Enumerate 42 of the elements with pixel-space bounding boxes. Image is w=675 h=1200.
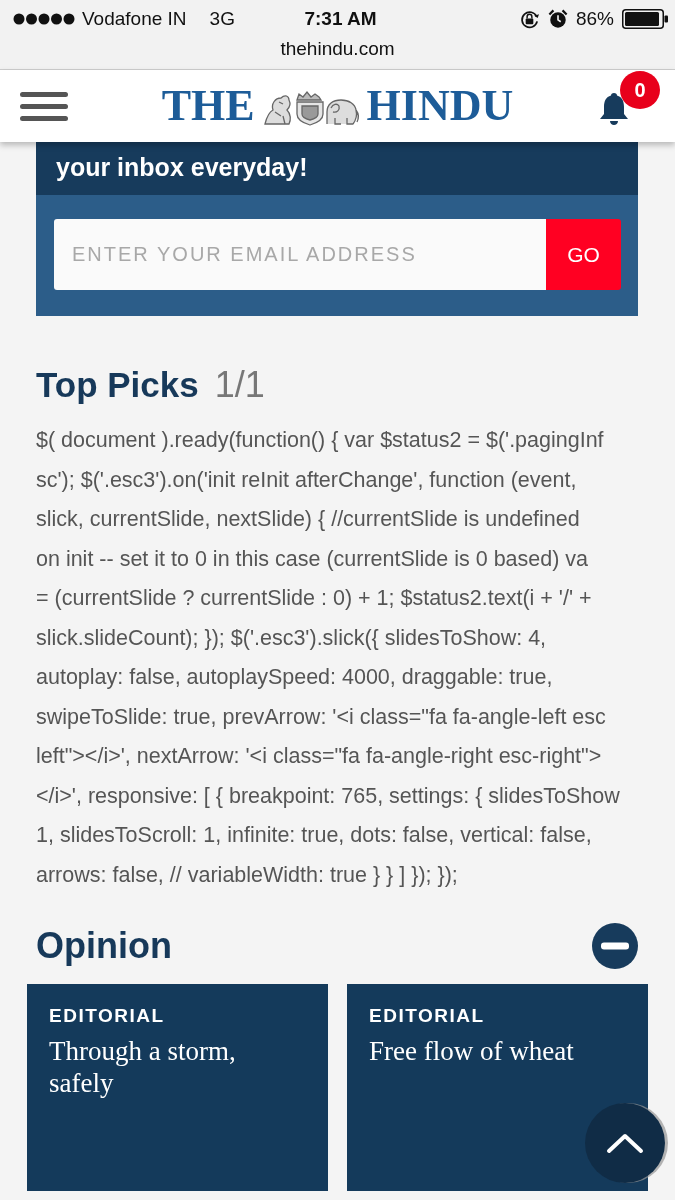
code-line: arrows: false, // variableWidth: true } } ] }); });: [36, 861, 458, 889]
chevron-up-icon: [606, 1132, 644, 1154]
code-line: slick.slideCount); }); $('.esc3').slick({ slidesToShow: 4,: [36, 624, 547, 652]
card-category: EDITORIAL: [49, 1004, 166, 1028]
code-line: slick, currentSlide, nextSlide) { //currentSlide is undefined: [36, 506, 580, 533]
card-headline: Through a storm, safely: [49, 1035, 237, 1099]
carrier-name: Vodafone IN: [82, 8, 187, 30]
editorial-card[interactable]: EDITORIAL Through a storm, safely: [27, 984, 328, 1191]
newsletter-heading: your inbox everyday!: [36, 142, 638, 195]
card-category: EDITORIAL: [369, 1004, 486, 1028]
bell-icon[interactable]: [597, 91, 631, 125]
card-headline: Free flow of wheat: [369, 1035, 575, 1067]
signal-icon: [13, 13, 75, 25]
code-line: swipeToSlide: true, prevArrow: '<i class="fa fa-angle-left esc: [36, 703, 606, 731]
network-type: 3G: [209, 8, 235, 30]
logo-text[interactable]: THE: [161, 83, 255, 129]
section-title: Opinion: [36, 925, 172, 967]
pager-count: 1/1: [214, 364, 265, 406]
url-text[interactable]: thehindu.com: [267, 38, 408, 60]
collapse-button[interactable]: [592, 923, 638, 969]
logo-text[interactable]: HINDU: [366, 83, 514, 129]
battery-percent: 86%: [575, 8, 614, 30]
menu-icon: [20, 91, 68, 121]
alarm-clock-icon: [547, 9, 568, 29]
menu-button[interactable]: [20, 91, 68, 121]
code-line: left"></i>', nextArrow: '<i class="fa fa-angle-right esc-right">: [36, 743, 602, 770]
notification-badge: 0: [620, 71, 660, 109]
code-line: = (currentSlide ? currentSlide : 0) + 1; $status2.text(i + '/' +: [36, 585, 592, 612]
minus-circle-icon: [592, 923, 638, 969]
code-line: autoplay: false, autoplaySpeed: 4000, draggable: true,: [36, 664, 553, 691]
code-line: 1, slidesToScroll: 1, infinite: true, dots: false, vertical: false,: [36, 822, 592, 849]
editorial-card[interactable]: EDITORIAL Free flow of wheat: [347, 984, 648, 1191]
code-line: $( document ).ready(function() { var $status2 = $('.pagingInf: [36, 427, 604, 454]
battery-icon: [622, 9, 668, 29]
rotation-lock-icon: [518, 8, 540, 30]
code-line: </i>', responsive: [ { breakpoint: 765, settings: { slidesToShow: [36, 782, 620, 810]
section-title: Top Picks: [36, 364, 199, 406]
code-line: on init -- set it to 0 in this case (currentSlide is 0 based) va: [36, 545, 589, 573]
go-button[interactable]: GO: [546, 219, 621, 290]
code-line: sc'); $('.esc3').on('init reInit afterChange', function (event,: [36, 466, 577, 494]
email-field[interactable]: ENTER YOUR EMAIL ADDRESS: [54, 219, 546, 290]
clock-time: 7:31 AM: [304, 8, 377, 30]
